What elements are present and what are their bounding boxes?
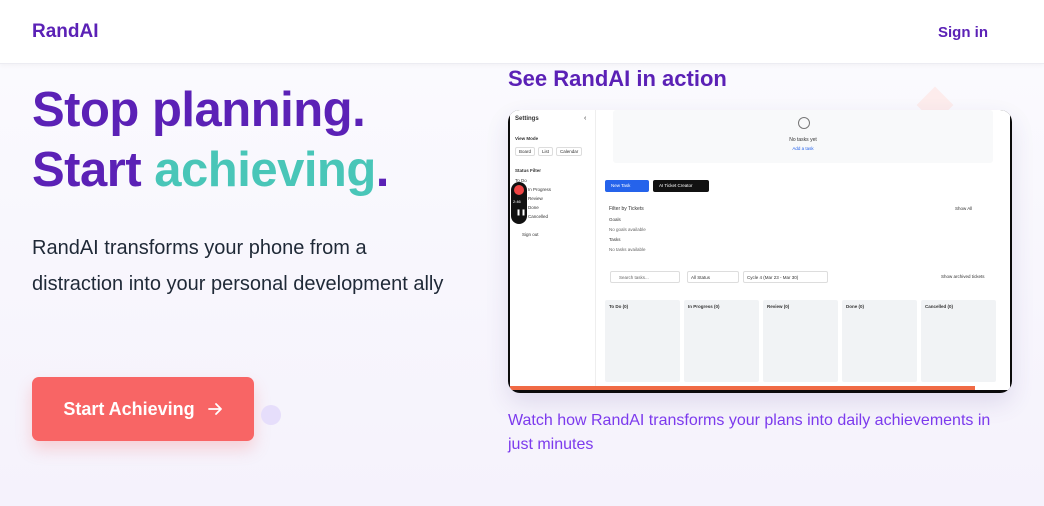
view-tab: Calendar xyxy=(556,147,583,156)
hero-heading: Stop planning. Start achieving. xyxy=(32,80,389,200)
demo-video[interactable]: Settings ‹ View Mode Board List Calendar… xyxy=(508,110,1012,393)
cycle-select: Cycle 4 (Mar 23 - Mar 30) xyxy=(743,271,828,283)
app-sidebar: Settings ‹ View Mode Board List Calendar… xyxy=(510,110,596,390)
top-nav: RandAI Sign in xyxy=(0,0,1044,64)
video-frame: Settings ‹ View Mode Board List Calendar… xyxy=(510,110,1010,390)
decorative-dot xyxy=(261,405,281,425)
no-goals-text: No goals available xyxy=(609,227,646,232)
column-title: Review (0) xyxy=(767,304,790,309)
new-task-button: New Task xyxy=(605,180,649,192)
chevron-left-icon: ‹ xyxy=(584,115,587,122)
filter-by-tickets: Filter by Tickets xyxy=(609,206,644,212)
empty-tasks-panel: No tasks yet Add a task xyxy=(613,110,993,163)
video-heading: See RandAI in action xyxy=(508,66,727,91)
sign-out-link: Sign out xyxy=(522,232,539,237)
arrow-right-icon xyxy=(207,403,222,415)
recording-time: 2:46 xyxy=(513,199,521,204)
no-tasks-available-text: No tasks available xyxy=(609,247,646,252)
view-mode-tabs: Board List Calendar xyxy=(515,147,583,156)
settings-title: Settings xyxy=(515,116,539,122)
show-archived-checkbox: Show archived tickets xyxy=(941,274,985,279)
status-item: Done xyxy=(528,205,539,210)
board-column: Done (0) xyxy=(842,300,917,382)
view-mode-label: View Mode xyxy=(515,136,539,141)
view-tab: List xyxy=(538,147,554,156)
start-achieving-button[interactable]: Start Achieving xyxy=(32,377,254,441)
sign-in-link[interactable]: Sign in xyxy=(938,24,988,41)
stop-record-icon xyxy=(514,185,524,195)
hero-line-2-suffix: . xyxy=(375,143,390,197)
hero-line-1: Stop planning. xyxy=(32,83,366,137)
column-title: To Do (0) xyxy=(609,304,629,309)
cta-label: Start Achieving xyxy=(63,398,195,419)
video-progress-bar[interactable] xyxy=(510,386,975,390)
board-column: Review (0) xyxy=(763,300,838,382)
view-tab: Board xyxy=(515,147,536,156)
column-title: Cancelled (0) xyxy=(925,304,954,309)
status-item: In Progress xyxy=(528,187,552,192)
column-title: Done (0) xyxy=(846,304,864,309)
board-column: Cancelled (0) xyxy=(921,300,996,382)
hero-description: RandAI transforms your phone from a dist… xyxy=(32,237,444,295)
board-column: In Progress (0) xyxy=(684,300,759,382)
status-filter-label: Status Filter xyxy=(515,168,542,173)
board-column: To Do (0) xyxy=(605,300,680,382)
video-caption: Watch how RandAI transforms your plans i… xyxy=(508,412,991,453)
recording-widget: 2:46 ❚❚ xyxy=(511,182,527,224)
status-item: Review xyxy=(528,196,543,201)
hero-line-2-prefix: Start xyxy=(32,143,142,197)
hero-line-2: Start achieving. xyxy=(32,140,389,200)
search-tasks-input: Search tasks... xyxy=(610,271,680,283)
tasks-label: Tasks xyxy=(609,237,621,242)
column-title: In Progress (0) xyxy=(688,304,720,309)
goals-label: Goals xyxy=(609,217,621,222)
target-icon xyxy=(798,117,810,129)
show-all-select: Show All xyxy=(955,206,973,211)
add-task-link: Add a task xyxy=(792,146,814,151)
app-main: No tasks yet Add a task New Task AI Tick… xyxy=(603,110,1003,390)
no-tasks-text: No tasks yet xyxy=(789,137,817,143)
status-item: Cancelled xyxy=(528,214,549,219)
hero-accent-word: achieving xyxy=(154,143,376,197)
pause-icon: ❚❚ xyxy=(516,210,527,216)
status-select: All Status xyxy=(687,271,739,283)
ai-ticket-button: AI Ticket Creator xyxy=(653,180,709,192)
logo[interactable]: RandAI xyxy=(32,21,99,43)
